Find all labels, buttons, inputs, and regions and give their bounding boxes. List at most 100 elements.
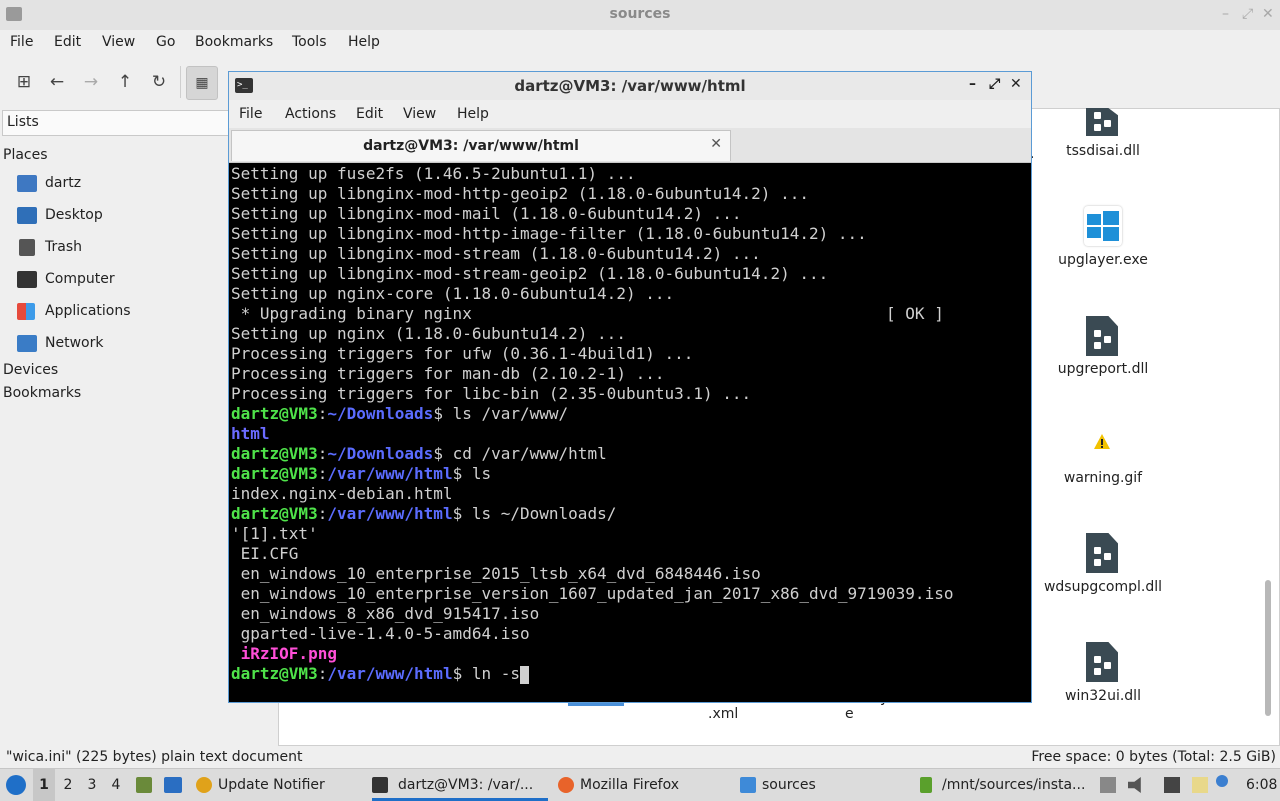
terminal-line: Processing triggers for libc-bin (2.35-0… — [231, 384, 752, 403]
prompt-path: ~/Downloads — [327, 404, 434, 423]
dll-file-icon[interactable] — [1084, 642, 1120, 684]
new-tab-icon[interactable]: ⊞ — [12, 70, 36, 94]
clipboard-icon[interactable] — [1192, 777, 1208, 793]
menu-edit[interactable]: Edit — [356, 106, 383, 122]
bookmarks-heading[interactable]: Bookmarks — [3, 385, 81, 401]
close-tab-icon[interactable]: ✕ — [710, 136, 722, 152]
terminal-line: Processing triggers for man-db (2.10.2-1… — [231, 364, 665, 383]
network-icon — [17, 335, 37, 352]
file-manager-launcher-icon[interactable] — [136, 777, 152, 793]
task-terminal[interactable]: dartz@VM3: /var/... — [372, 769, 548, 801]
trash-icon — [19, 239, 35, 256]
sidebar-item-desktop[interactable]: Desktop — [16, 204, 226, 228]
terminal-tab[interactable]: dartz@VM3: /var/www/html ✕ — [231, 130, 731, 161]
workspace-4[interactable]: 4 — [105, 769, 127, 801]
applications-icon — [17, 303, 35, 320]
close-icon[interactable]: ✕ — [1262, 6, 1274, 22]
workspace-1[interactable]: 1 — [33, 769, 55, 801]
dll-file-icon[interactable] — [1084, 533, 1120, 575]
notification-icon[interactable] — [1216, 775, 1228, 787]
window-title: sources — [609, 6, 671, 22]
terminal-window[interactable]: >_ dartz@VM3: /var/www/html – ⤢ ✕ File A… — [228, 71, 1032, 703]
menu-help[interactable]: Help — [457, 106, 489, 122]
menu-go[interactable]: Go — [156, 34, 175, 50]
menu-bookmarks[interactable]: Bookmarks — [195, 34, 273, 50]
terminal-output[interactable]: Setting up fuse2fs (1.46.5-2ubuntu1.1) .… — [231, 164, 1029, 696]
network-status-icon[interactable] — [1164, 777, 1180, 793]
close-icon[interactable]: ✕ — [1010, 76, 1022, 92]
maximize-icon[interactable]: ⤢ — [1242, 6, 1253, 22]
home-folder-icon — [17, 175, 37, 192]
scrollbar-thumb[interactable] — [1265, 580, 1271, 716]
terminal-titlebar[interactable]: >_ dartz@VM3: /var/www/html – ⤢ ✕ — [229, 72, 1031, 100]
file-label[interactable]: wdsupgcompl.dll — [1018, 579, 1188, 595]
file-label[interactable]: win32ui.dll — [1018, 688, 1188, 704]
icon-view-icon[interactable]: ▦ — [186, 66, 218, 100]
reload-icon[interactable]: ↻ — [147, 70, 171, 94]
menu-tools[interactable]: Tools — [292, 34, 327, 50]
back-icon[interactable]: ← — [45, 70, 69, 94]
file-label-fragment[interactable]: .xml — [708, 706, 738, 722]
prompt-line: dartz@VM3:~/Downloads$ ls /var/www/ — [231, 404, 1029, 424]
eject-icon[interactable] — [1100, 777, 1116, 793]
file-label[interactable]: tssdisai.dll — [1018, 143, 1188, 159]
minimize-icon[interactable]: – — [969, 76, 976, 92]
terminal-line: Setting up libnginx-mod-mail (1.18.0-6ub… — [231, 204, 742, 223]
sidebar-item-trash[interactable]: Trash — [16, 236, 226, 260]
windows-logo-icon[interactable] — [1084, 206, 1122, 248]
file-label[interactable]: upgreport.dll — [1018, 361, 1188, 377]
menu-edit[interactable]: Edit — [54, 34, 81, 50]
menu-file[interactable]: File — [10, 34, 33, 50]
menu-file[interactable]: File — [239, 106, 262, 122]
menu-view[interactable]: View — [403, 106, 436, 122]
prompt-separator: : — [317, 504, 328, 523]
clock[interactable]: 6:08 — [1246, 769, 1280, 801]
workspace-2[interactable]: 2 — [57, 769, 79, 801]
command-text: $ ls ~/Downloads/ — [452, 504, 617, 523]
places-heading[interactable]: Places — [3, 147, 48, 163]
forward-icon[interactable]: → — [79, 70, 103, 94]
status-selection-info: "wica.ini" (225 bytes) plain text docume… — [6, 749, 303, 765]
task-label: Mozilla Firefox — [580, 777, 680, 793]
menu-actions[interactable]: Actions — [285, 106, 336, 122]
maximize-icon[interactable]: ⤢ — [989, 76, 1000, 92]
dll-file-icon[interactable] — [1084, 316, 1120, 358]
side-pane-selector[interactable]: Lists — [2, 110, 231, 136]
terminal-line: gparted-live-1.4.0-5-amd64.iso — [231, 624, 530, 643]
task-label: sources — [762, 777, 816, 793]
terminal-tabbar: dartz@VM3: /var/www/html ✕ — [229, 128, 1031, 163]
workspace-3[interactable]: 3 — [81, 769, 103, 801]
prompt-line[interactable]: dartz@VM3:/var/www/html$ ln -s — [231, 664, 1029, 684]
task-sources[interactable]: sources — [740, 769, 910, 801]
devices-heading[interactable]: Devices — [3, 362, 58, 378]
volume-icon[interactable] — [1128, 777, 1141, 793]
prompt-user: dartz@VM3 — [231, 404, 318, 423]
terminal-line: Setting up fuse2fs (1.46.5-2ubuntu1.1) .… — [231, 164, 636, 183]
sidebar-item-network[interactable]: Network — [16, 332, 226, 356]
terminal-line: Setting up libnginx-mod-http-image-filte… — [231, 224, 867, 243]
file-label-fragment[interactable]: e — [845, 706, 854, 722]
folder-icon — [740, 777, 756, 793]
prompt-path: /var/www/html — [327, 464, 453, 483]
sidebar-item-label: dartz — [45, 175, 82, 191]
up-icon[interactable]: ↑ — [113, 70, 137, 94]
file-label[interactable]: upglayer.exe — [1018, 252, 1188, 268]
file-label[interactable]: warning.gif — [1018, 470, 1188, 486]
start-menu-icon[interactable] — [6, 775, 26, 795]
status-free-space: Free space: 0 bytes (Total: 2.5 GiB) — [1031, 749, 1276, 765]
task-firefox[interactable]: Mozilla Firefox — [558, 769, 730, 801]
menu-help[interactable]: Help — [348, 34, 380, 50]
sidebar-item-dartz[interactable]: dartz — [16, 172, 226, 196]
sidebar-item-computer[interactable]: Computer — [16, 268, 226, 292]
show-desktop-icon[interactable] — [164, 777, 182, 793]
command-input-text[interactable]: $ ln -s — [453, 664, 520, 683]
computer-icon — [17, 271, 37, 288]
task-installer[interactable]: /mnt/sources/insta... — [920, 769, 1090, 801]
terminal-line: en_windows_10_enterprise_2015_ltsb_x64_d… — [231, 564, 761, 583]
minimize-icon[interactable]: – — [1222, 6, 1229, 22]
task-update-notifier[interactable]: Update Notifier — [196, 769, 366, 801]
sidebar-item-applications[interactable]: Applications — [16, 300, 226, 324]
installer-icon — [920, 777, 932, 793]
prompt-line: dartz@VM3:/var/www/html$ ls ~/Downloads/ — [231, 504, 1029, 524]
menu-view[interactable]: View — [102, 34, 135, 50]
